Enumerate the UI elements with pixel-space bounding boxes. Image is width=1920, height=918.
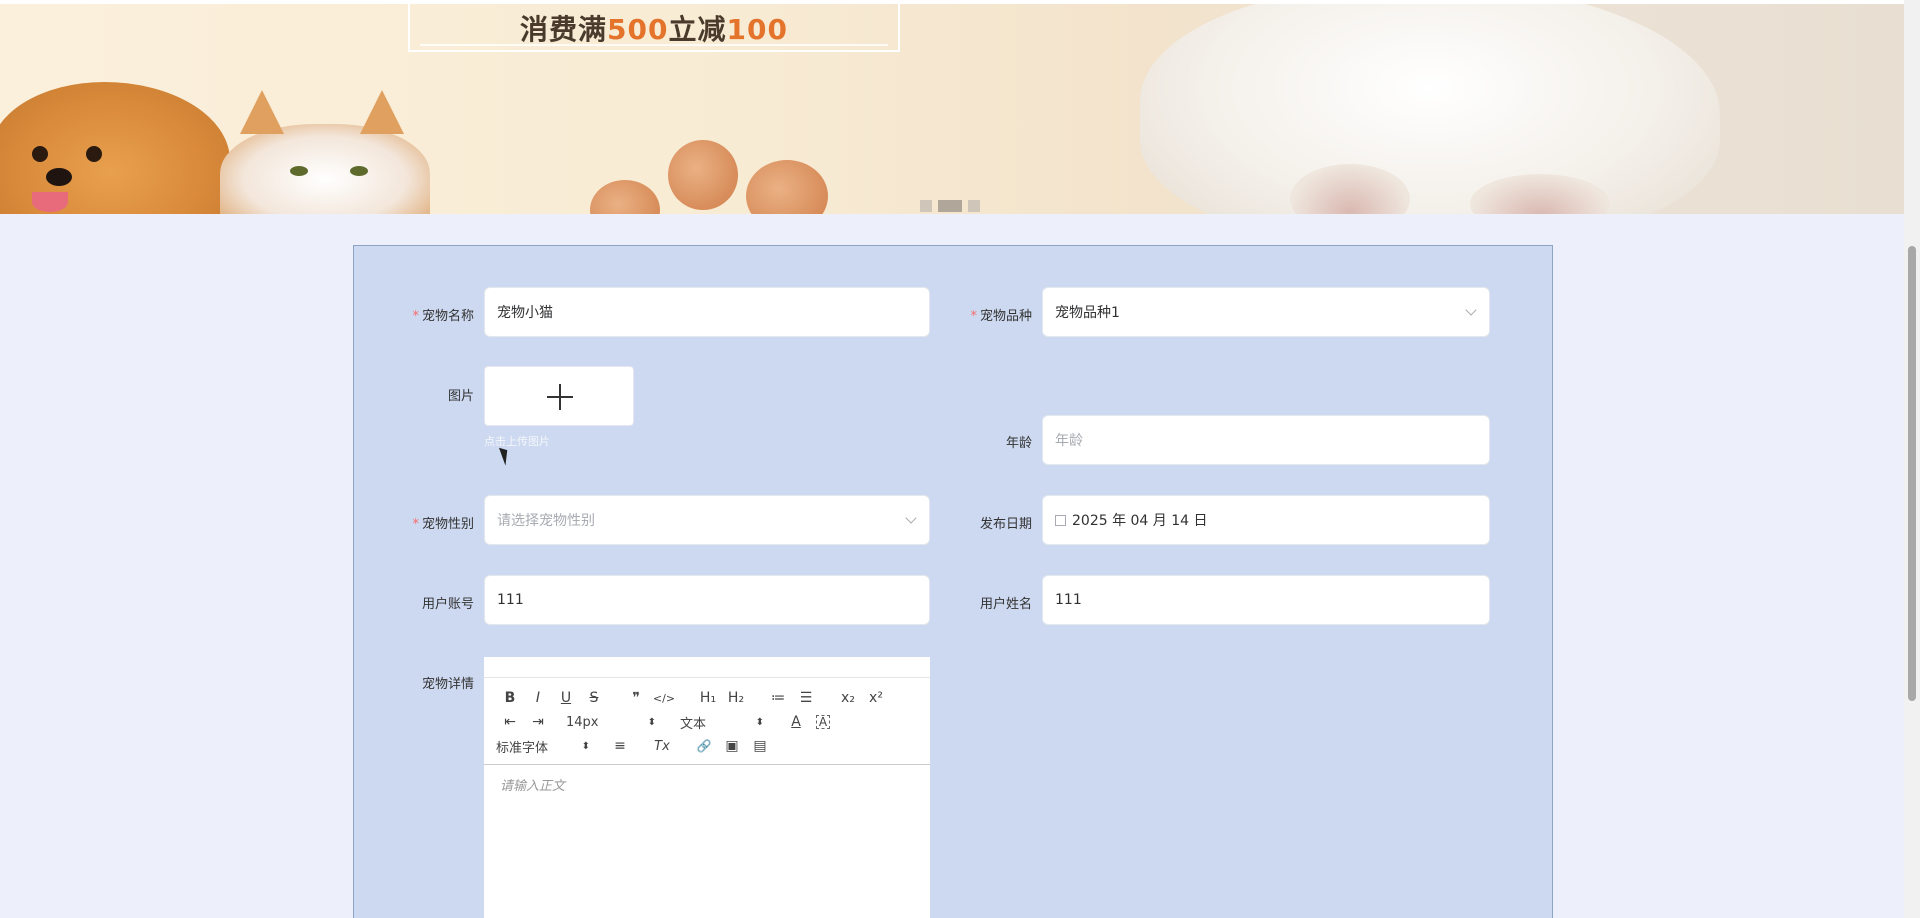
updown-arrow-icon: ⬍ (755, 716, 764, 728)
font-size-select[interactable]: 14px ⬍ (566, 715, 656, 730)
chevron-down-icon (1465, 304, 1477, 316)
subscript-button[interactable]: x₂ (834, 688, 862, 708)
page-scrollbar[interactable] (1904, 0, 1920, 918)
pet-gender-placeholder: 请选择宠物性别 (497, 513, 595, 529)
carousel-dot-active[interactable] (938, 200, 962, 212)
publish-date-input[interactable]: 2025 年 04 月 14 日 (1042, 495, 1490, 545)
carousel-dot[interactable] (920, 200, 932, 212)
user-name-input[interactable]: 111 (1042, 575, 1490, 625)
promo-amount: 500 (607, 13, 669, 46)
image-insert-icon[interactable]: ▣ (718, 736, 746, 756)
pet-breed-select[interactable]: 宠物品种1 (1042, 287, 1490, 337)
font-family-select[interactable]: 标准字体 ⬍ (496, 737, 590, 756)
promo-discount: 100 (726, 13, 788, 46)
promo-prefix: 消费满 (520, 13, 608, 46)
background-color-button[interactable]: A (816, 715, 830, 729)
paw-print-decoration (668, 140, 738, 210)
age-label: 年龄 (1005, 436, 1032, 451)
upload-tip: 点击上传图片 (484, 435, 550, 448)
banner-carousel[interactable]: 消费满500立减100 (0, 4, 1904, 214)
pet-gender-select[interactable]: 请选择宠物性别 (484, 495, 930, 545)
carousel-indicators (920, 200, 980, 212)
font-family-value: 标准字体 (496, 740, 549, 756)
pet-name-input[interactable]: 宠物小猫 (484, 287, 930, 337)
promo-frame: 消费满500立减100 (408, 4, 900, 52)
pet-name-label: * 宠物名称 (412, 309, 474, 324)
superscript-button[interactable]: x² (862, 688, 890, 708)
carousel-dot[interactable] (968, 200, 980, 212)
dog-image (0, 82, 230, 214)
pet-details-label: 宠物详情 (421, 677, 474, 692)
user-account-label: 用户账号 (421, 597, 474, 612)
font-color-button[interactable]: A (782, 712, 810, 732)
font-size-value: 14px (566, 714, 599, 730)
rich-text-editor[interactable]: B I U S ❞ </> H₁ H₂ ≔ ☰ x₂ x² ⇤ ⇥ 14px ⬍ … (484, 657, 930, 918)
paw-print-decoration (590, 180, 660, 214)
image-upload-button[interactable] (484, 366, 634, 426)
strikethrough-button[interactable]: S (580, 688, 608, 708)
outdent-button[interactable]: ⇤ (496, 712, 524, 732)
cat-image (220, 90, 430, 214)
updown-arrow-icon: ⬍ (647, 716, 656, 728)
bullet-list-button[interactable]: ☰ (792, 688, 820, 708)
pet-gender-label: * 宠物性别 (412, 517, 474, 532)
promo-mid: 立减 (668, 13, 727, 46)
promo-text: 消费满500立减100 (410, 8, 898, 48)
image-label: 图片 (447, 389, 474, 404)
top-border (0, 0, 1920, 4)
h1-button[interactable]: H₁ (694, 688, 722, 708)
publish-date-label: 发布日期 (979, 517, 1032, 532)
calendar-icon (1055, 514, 1066, 526)
user-account-input[interactable]: 111 (484, 575, 930, 625)
code-button[interactable]: </> (650, 688, 678, 708)
publish-date-value: 2025 年 04 月 14 日 (1072, 513, 1208, 529)
editor-content-area[interactable]: 请输入正文 (500, 775, 565, 794)
paw-print-decoration (746, 160, 828, 214)
indent-button[interactable]: ⇥ (524, 712, 552, 732)
plus-icon (559, 384, 561, 410)
bold-button[interactable]: B (496, 688, 524, 708)
h2-button[interactable]: H₂ (722, 688, 750, 708)
italic-button[interactable]: I (524, 688, 552, 708)
age-input[interactable]: 年龄 (1042, 415, 1490, 465)
clear-format-button[interactable]: Tx (648, 736, 676, 756)
updown-arrow-icon: ⬍ (581, 740, 590, 752)
text-type-select[interactable]: 文本 ⬍ (680, 713, 764, 732)
ordered-list-button[interactable]: ≔ (764, 688, 792, 708)
align-button[interactable]: ≡ (606, 736, 634, 756)
user-name-label: 用户姓名 (979, 597, 1032, 612)
pet-breed-label: * 宠物品种 (970, 309, 1032, 324)
quote-button[interactable]: ❞ (622, 688, 650, 708)
scrollbar-thumb[interactable] (1908, 246, 1916, 701)
video-insert-icon[interactable]: ▤ (746, 736, 774, 756)
pet-form: * 宠物名称 宠物小猫 * 宠物品种 宠物品种1 图片 点击上传图片 年龄 年龄 *… (353, 245, 1553, 918)
editor-toolbar: B I U S ❞ </> H₁ H₂ ≔ ☰ x₂ x² ⇤ ⇥ 14px ⬍ … (484, 677, 930, 765)
underline-button[interactable]: U (552, 688, 580, 708)
fluffy-dog-image (1140, 4, 1720, 214)
text-type-value: 文本 (680, 716, 707, 732)
pet-breed-value: 宠物品种1 (1055, 305, 1120, 321)
link-icon[interactable]: 🔗 (690, 736, 718, 756)
